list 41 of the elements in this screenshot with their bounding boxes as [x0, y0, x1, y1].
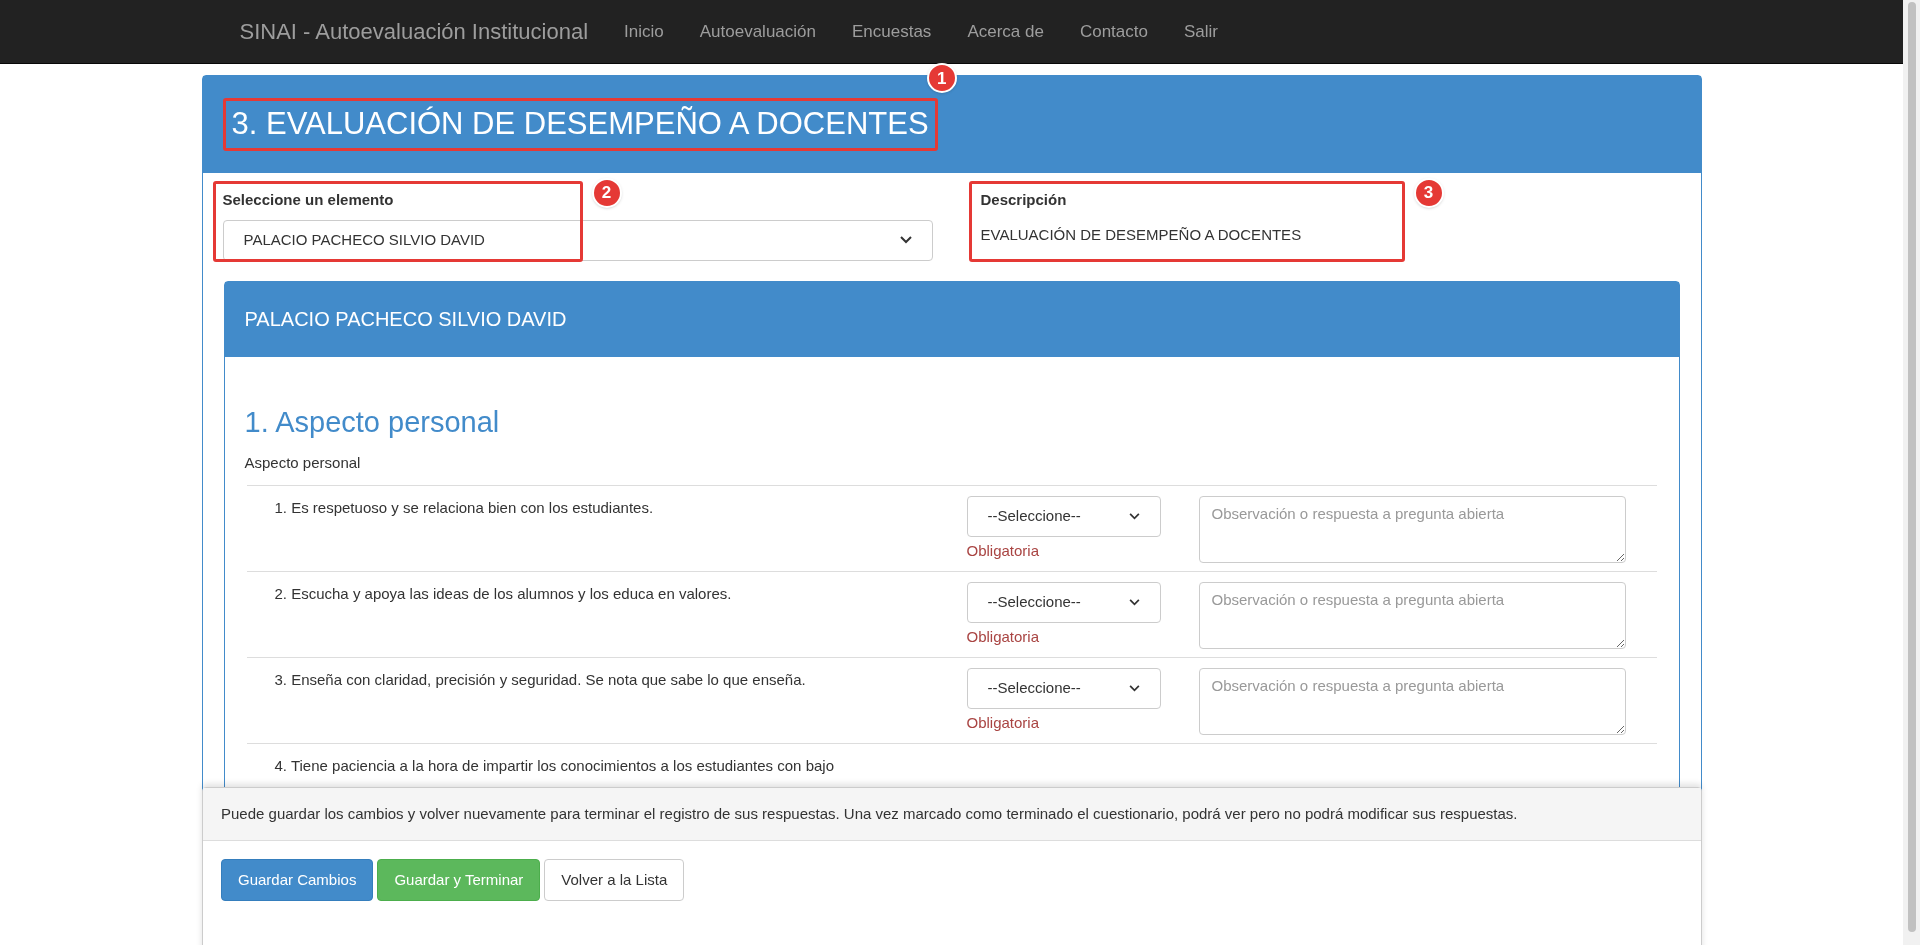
- question-text: 1. Es respetuoso y se relaciona bien con los estudiantes.: [274, 497, 655, 518]
- footer-button[interactable]: Volver a la Lista: [544, 859, 685, 901]
- save-note: Puede guardar los cambios y volver nuevamente para terminar el registro de sus respuestas. Una vez marcado como terminado el cuestionario, podrá ver pero no podrá modificar sus respuestas.: [221, 804, 1519, 824]
- page-title: 3. EVALUACIÓN DE DESEMPEÑO A DOCENTES: [231, 107, 929, 142]
- observation-field[interactable]: Observación o respuesta a pregunta abierta: [1198, 495, 1626, 563]
- question-text: 4. Tiene paciencia a la hora de impartir los conocimientos a los estudiantes con bajo: [274, 755, 835, 776]
- footer-button[interactable]: Guardar Cambios: [221, 859, 374, 901]
- annotation-marker: 2: [591, 178, 622, 208]
- chevron-down-icon: [1128, 512, 1140, 520]
- section-subtitle: Aspecto personal: [244, 453, 362, 474]
- brand-link[interactable]: SINAI - Autoevaluación Institucional: [239, 15, 589, 48]
- required-note: Obligatoria: [966, 712, 1041, 733]
- description-text: EVALUACIÓN DE DESEMPEÑO A DOCENTES: [980, 224, 1303, 245]
- observation-field[interactable]: Observación o respuesta a pregunta abierta: [1198, 667, 1626, 735]
- scrollbar-thumb[interactable]: [1907, 2, 1916, 932]
- chevron-down-icon: [1128, 684, 1140, 692]
- nav-link[interactable]: Salir: [1165, 18, 1236, 45]
- description-label: Descripción: [980, 190, 1068, 210]
- answer-select[interactable]: --Seleccione--: [966, 667, 1161, 709]
- answer-select[interactable]: --Seleccione--: [966, 495, 1161, 537]
- question-text: 2. Escucha y apoya las ideas de los alumnos y los educa en valores.: [274, 583, 733, 604]
- annotation-marker: 1: [926, 63, 957, 94]
- annotation-marker: 3: [1413, 178, 1444, 208]
- required-note: Obligatoria: [966, 626, 1041, 647]
- nav-link[interactable]: Autoevaluación: [681, 18, 834, 45]
- answer-select[interactable]: --Seleccione--: [966, 581, 1161, 623]
- section-title: Aspecto personal: [275, 405, 500, 438]
- section-number: 1.: [244, 405, 269, 438]
- required-note: Obligatoria: [966, 540, 1041, 561]
- nav-link[interactable]: Acerca de: [949, 18, 1062, 45]
- observation-field[interactable]: Observación o respuesta a pregunta abierta: [1198, 581, 1626, 649]
- question-text: 3. Enseña con claridad, precisión y seguridad. Se nota que sabe lo que enseña.: [274, 669, 807, 690]
- nav-link[interactable]: Contacto: [1061, 18, 1166, 45]
- element-select[interactable]: PALACIO PACHECO SILVIO DAVID: [222, 219, 933, 261]
- select-label: Seleccione un elemento: [222, 190, 394, 210]
- nav-link[interactable]: Encuestas: [834, 18, 950, 45]
- select-value: PALACIO PACHECO SILVIO DAVID: [243, 229, 485, 250]
- chevron-down-icon: [899, 236, 912, 244]
- chevron-down-icon: [1128, 598, 1140, 606]
- panel-title: PALACIO PACHECO SILVIO DAVID: [244, 307, 567, 332]
- nav-link[interactable]: Inicio: [606, 18, 682, 45]
